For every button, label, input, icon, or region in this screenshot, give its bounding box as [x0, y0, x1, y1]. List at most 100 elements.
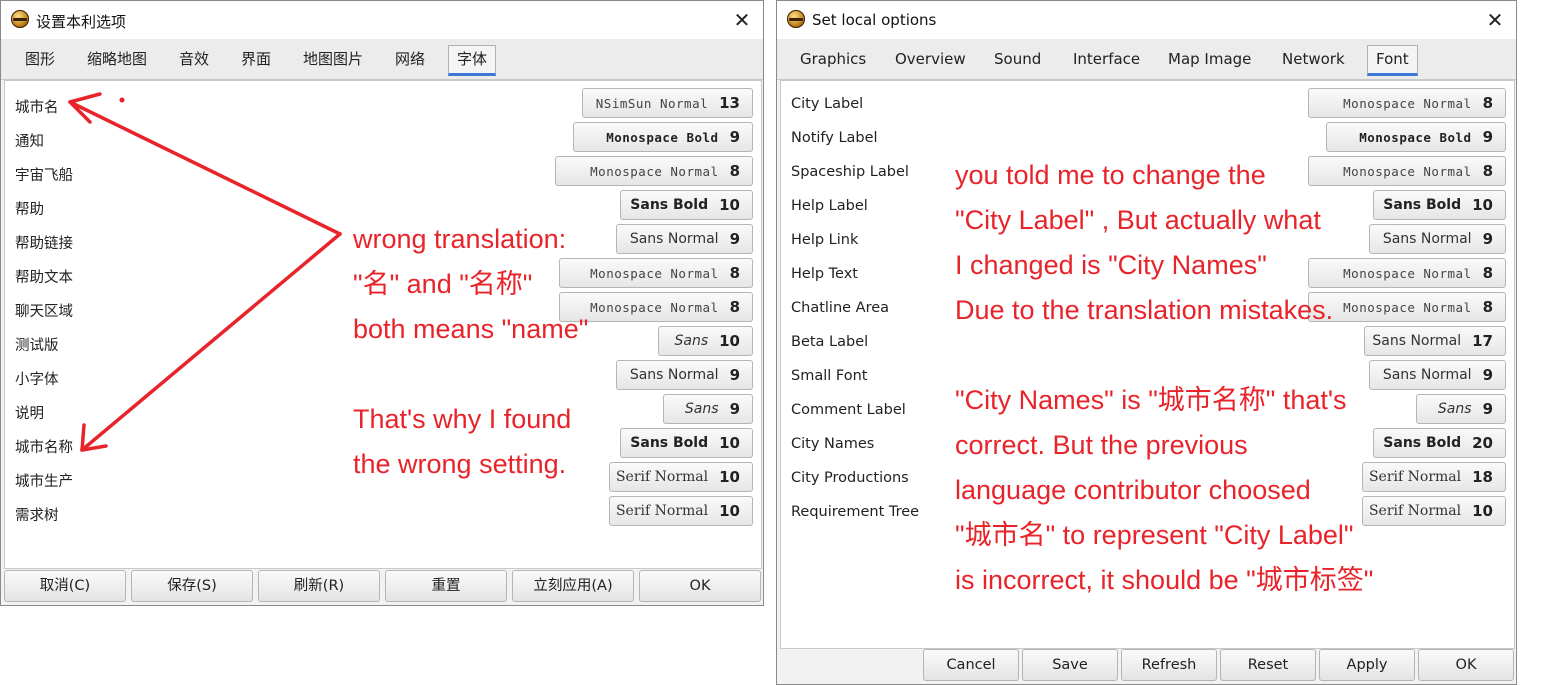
font-button[interactable]: Serif Normal 10 — [609, 496, 753, 526]
font-name: Monospace Bold — [1359, 129, 1472, 145]
annotation-line — [955, 333, 1373, 378]
font-size: 9 — [729, 400, 740, 418]
font-size: 18 — [1472, 468, 1493, 486]
tab-font[interactable]: Font — [1367, 45, 1418, 76]
annotation-right: you told me to change the "City Label" ,… — [955, 153, 1373, 603]
row-label: 帮助文本 — [15, 270, 73, 286]
row-label: Beta Label — [791, 334, 869, 350]
font-button[interactable]: Serif Normal 18 — [1362, 462, 1506, 492]
cancel-button[interactable]: Cancel — [923, 649, 1019, 681]
font-name: Serif Normal — [615, 503, 709, 519]
font-button[interactable]: Sans Normal 9 — [616, 224, 753, 254]
tab-graphics[interactable]: 图形 — [25, 44, 55, 74]
annotation-line: both means "name" — [353, 314, 589, 344]
tab-overview[interactable]: Overview — [895, 44, 966, 74]
window-title: Set local options — [812, 11, 937, 29]
font-button[interactable]: Serif Normal 10 — [1362, 496, 1506, 526]
refresh-button[interactable]: Refresh — [1121, 649, 1217, 681]
title-bar: 设置本利选项 ✕ — [1, 1, 763, 39]
font-name: Sans Bold — [1383, 435, 1462, 451]
font-button[interactable]: Sans Normal 9 — [616, 360, 753, 390]
font-button[interactable]: Sans Bold 10 — [620, 190, 753, 220]
ok-button[interactable]: OK — [639, 570, 761, 602]
row-label: 城市生产 — [15, 474, 73, 490]
row-label: Requirement Tree — [791, 504, 920, 520]
font-button[interactable]: Sans 9 — [663, 394, 753, 424]
font-name: Monospace Normal — [590, 299, 719, 315]
apply-button[interactable]: Apply — [1319, 649, 1415, 681]
font-size: 10 — [719, 434, 740, 452]
font-name: Sans Bold — [1383, 197, 1462, 213]
tab-map-image[interactable]: Map Image — [1168, 44, 1251, 74]
font-button[interactable]: Monospace Bold 9 — [1326, 122, 1506, 152]
cancel-button[interactable]: 取消(C) — [4, 570, 126, 602]
close-icon[interactable]: ✕ — [727, 5, 757, 35]
annotation-line: you told me to change the — [955, 160, 1266, 190]
save-button[interactable]: 保存(S) — [131, 570, 253, 602]
tab-font[interactable]: 字体 — [448, 45, 497, 76]
tab-map-image[interactable]: 地图图片 — [303, 44, 363, 74]
row-label: 小字体 — [15, 372, 59, 388]
font-button[interactable]: Monospace Normal 8 — [555, 156, 753, 186]
tab-interface[interactable]: Interface — [1073, 44, 1140, 74]
font-size: 8 — [729, 298, 740, 316]
refresh-button[interactable]: 刷新(R) — [258, 570, 380, 602]
annotation-line — [353, 352, 588, 397]
font-button[interactable]: Monospace Normal 8 — [1308, 88, 1506, 118]
tab-overview[interactable]: 缩略地图 — [87, 44, 147, 74]
apply-button[interactable]: 立刻应用(A) — [512, 570, 634, 602]
font-button[interactable]: Sans Normal 9 — [1369, 224, 1506, 254]
font-size: 9 — [1482, 366, 1493, 384]
font-button[interactable]: Sans 9 — [1416, 394, 1506, 424]
font-size: 10 — [719, 502, 740, 520]
close-icon[interactable]: ✕ — [1480, 5, 1510, 35]
font-name: Sans Normal — [1372, 333, 1462, 349]
font-button[interactable]: Sans Bold 10 — [620, 428, 753, 458]
font-size: 17 — [1472, 332, 1493, 350]
row-label: Help Text — [791, 266, 858, 282]
font-button[interactable]: Sans 10 — [658, 326, 753, 356]
row-label: Comment Label — [791, 402, 906, 418]
row-label: 聊天区域 — [15, 304, 73, 320]
font-button[interactable]: Serif Normal 10 — [609, 462, 753, 492]
font-size: 8 — [1482, 94, 1493, 112]
font-name: Monospace Normal — [590, 265, 719, 281]
reset-button[interactable]: Reset — [1220, 649, 1316, 681]
app-globe-icon — [11, 10, 29, 28]
font-name: Monospace Normal — [1343, 95, 1472, 111]
font-size: 8 — [1482, 298, 1493, 316]
row-label: Help Link — [791, 232, 859, 248]
row-label: 城市名称 — [15, 440, 73, 456]
title-bar: Set local options ✕ — [777, 1, 1516, 39]
tab-interface[interactable]: 界面 — [241, 44, 271, 74]
annotation-line: the wrong setting. — [353, 449, 567, 479]
app-globe-icon — [787, 10, 805, 28]
tab-network[interactable]: 网络 — [395, 44, 425, 74]
annotation-line: language contributor choosed — [955, 475, 1311, 505]
tab-graphics[interactable]: Graphics — [800, 44, 866, 74]
font-size: 8 — [1482, 264, 1493, 282]
font-button[interactable]: Sans Bold 10 — [1373, 190, 1506, 220]
annotation-line: wrong translation: — [353, 224, 567, 254]
font-button[interactable]: Sans Normal 9 — [1369, 360, 1506, 390]
row-label: 帮助链接 — [15, 236, 73, 252]
font-button[interactable]: Sans Bold 20 — [1373, 428, 1506, 458]
tab-sound[interactable]: 音效 — [179, 44, 209, 74]
font-size: 10 — [719, 468, 740, 486]
reset-button[interactable]: 重置 — [385, 570, 507, 602]
font-button[interactable]: Sans Normal 17 — [1364, 326, 1506, 356]
save-button[interactable]: Save — [1022, 649, 1118, 681]
font-size: 10 — [1472, 502, 1493, 520]
annotation-line: I changed is "City Names" — [955, 250, 1267, 280]
ok-button[interactable]: OK — [1418, 649, 1514, 681]
row-label: 需求树 — [15, 508, 59, 524]
tab-network[interactable]: Network — [1282, 44, 1345, 74]
annotation-line: is incorrect, it should be "城市标签" — [955, 565, 1374, 595]
font-size: 9 — [729, 366, 740, 384]
font-size: 9 — [729, 128, 740, 146]
font-button[interactable]: NSimSun Normal 13 — [582, 88, 753, 118]
tab-sound[interactable]: Sound — [994, 44, 1041, 74]
annotation-line: Due to the translation mistakes. — [955, 295, 1334, 325]
row-label: Chatline Area — [791, 300, 890, 316]
font-button[interactable]: Monospace Bold 9 — [573, 122, 753, 152]
